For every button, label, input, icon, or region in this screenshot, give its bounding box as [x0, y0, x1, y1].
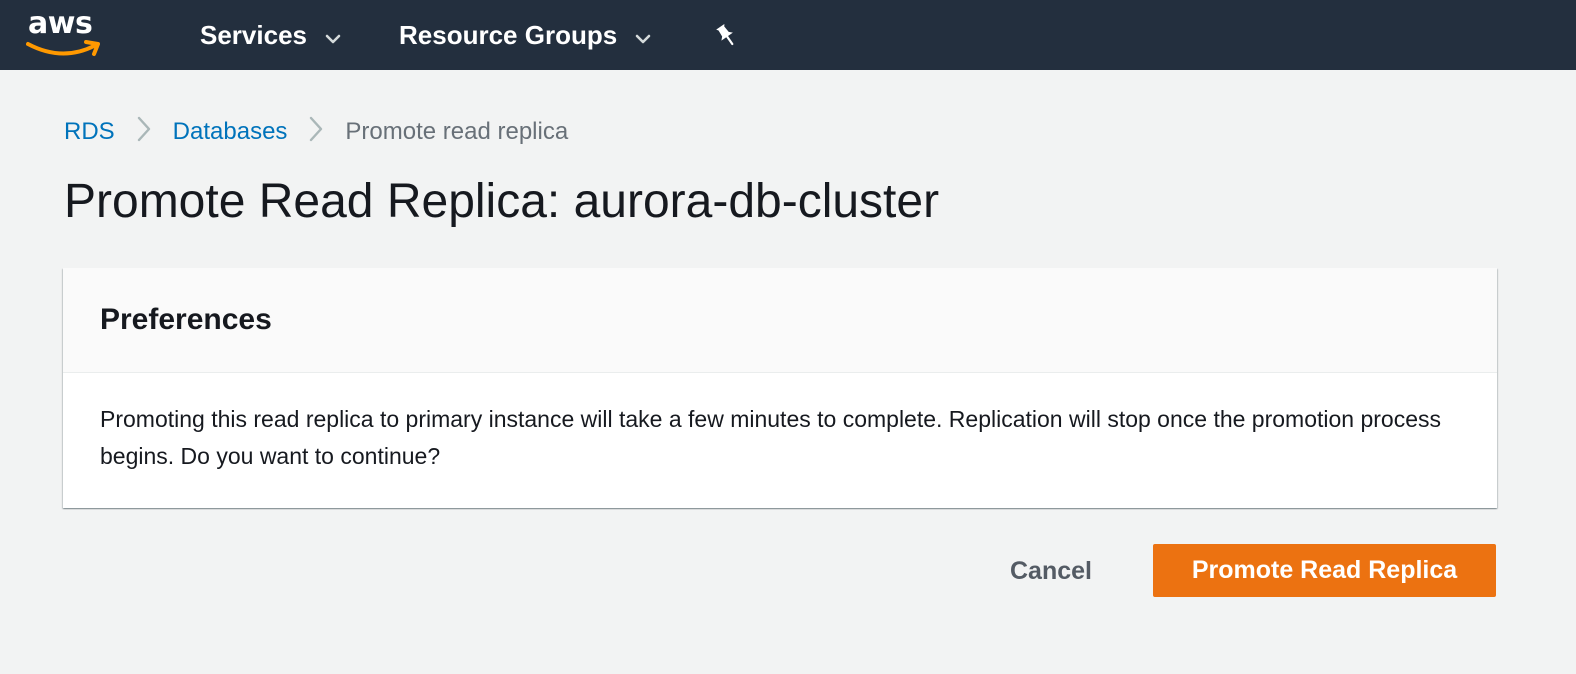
chevron-down-icon: [635, 20, 651, 51]
resource-groups-menu[interactable]: Resource Groups: [399, 0, 651, 70]
chevron-right-icon: [137, 116, 151, 149]
breadcrumb-rds-link[interactable]: RDS: [64, 118, 115, 146]
cancel-button[interactable]: Cancel: [990, 544, 1112, 598]
promote-read-replica-button[interactable]: Promote Read Replica: [1153, 544, 1496, 597]
pushpin-icon[interactable]: [712, 0, 740, 70]
aws-logo[interactable]: aws: [26, 6, 106, 62]
services-label: Services: [200, 19, 307, 50]
breadcrumb-databases-link[interactable]: Databases: [173, 118, 288, 146]
preferences-panel-header: Preferences: [63, 268, 1497, 373]
breadcrumb: RDS Databases Promote read replica: [64, 112, 568, 152]
resource-groups-label: Resource Groups: [399, 19, 618, 50]
services-menu[interactable]: Services: [200, 0, 341, 70]
page-title: Promote Read Replica: aurora-db-cluster: [64, 175, 940, 228]
breadcrumb-current: Promote read replica: [345, 118, 569, 145]
chevron-right-icon: [309, 116, 323, 149]
preferences-panel: Preferences Promoting this read replica …: [63, 268, 1497, 508]
top-navigation-bar: aws Services Resource Groups: [0, 0, 1576, 70]
preferences-message: Promoting this read replica to primary i…: [100, 406, 1442, 469]
preferences-title: Preferences: [100, 303, 272, 336]
aws-smile-icon: [26, 40, 100, 56]
chevron-down-icon: [325, 20, 341, 51]
